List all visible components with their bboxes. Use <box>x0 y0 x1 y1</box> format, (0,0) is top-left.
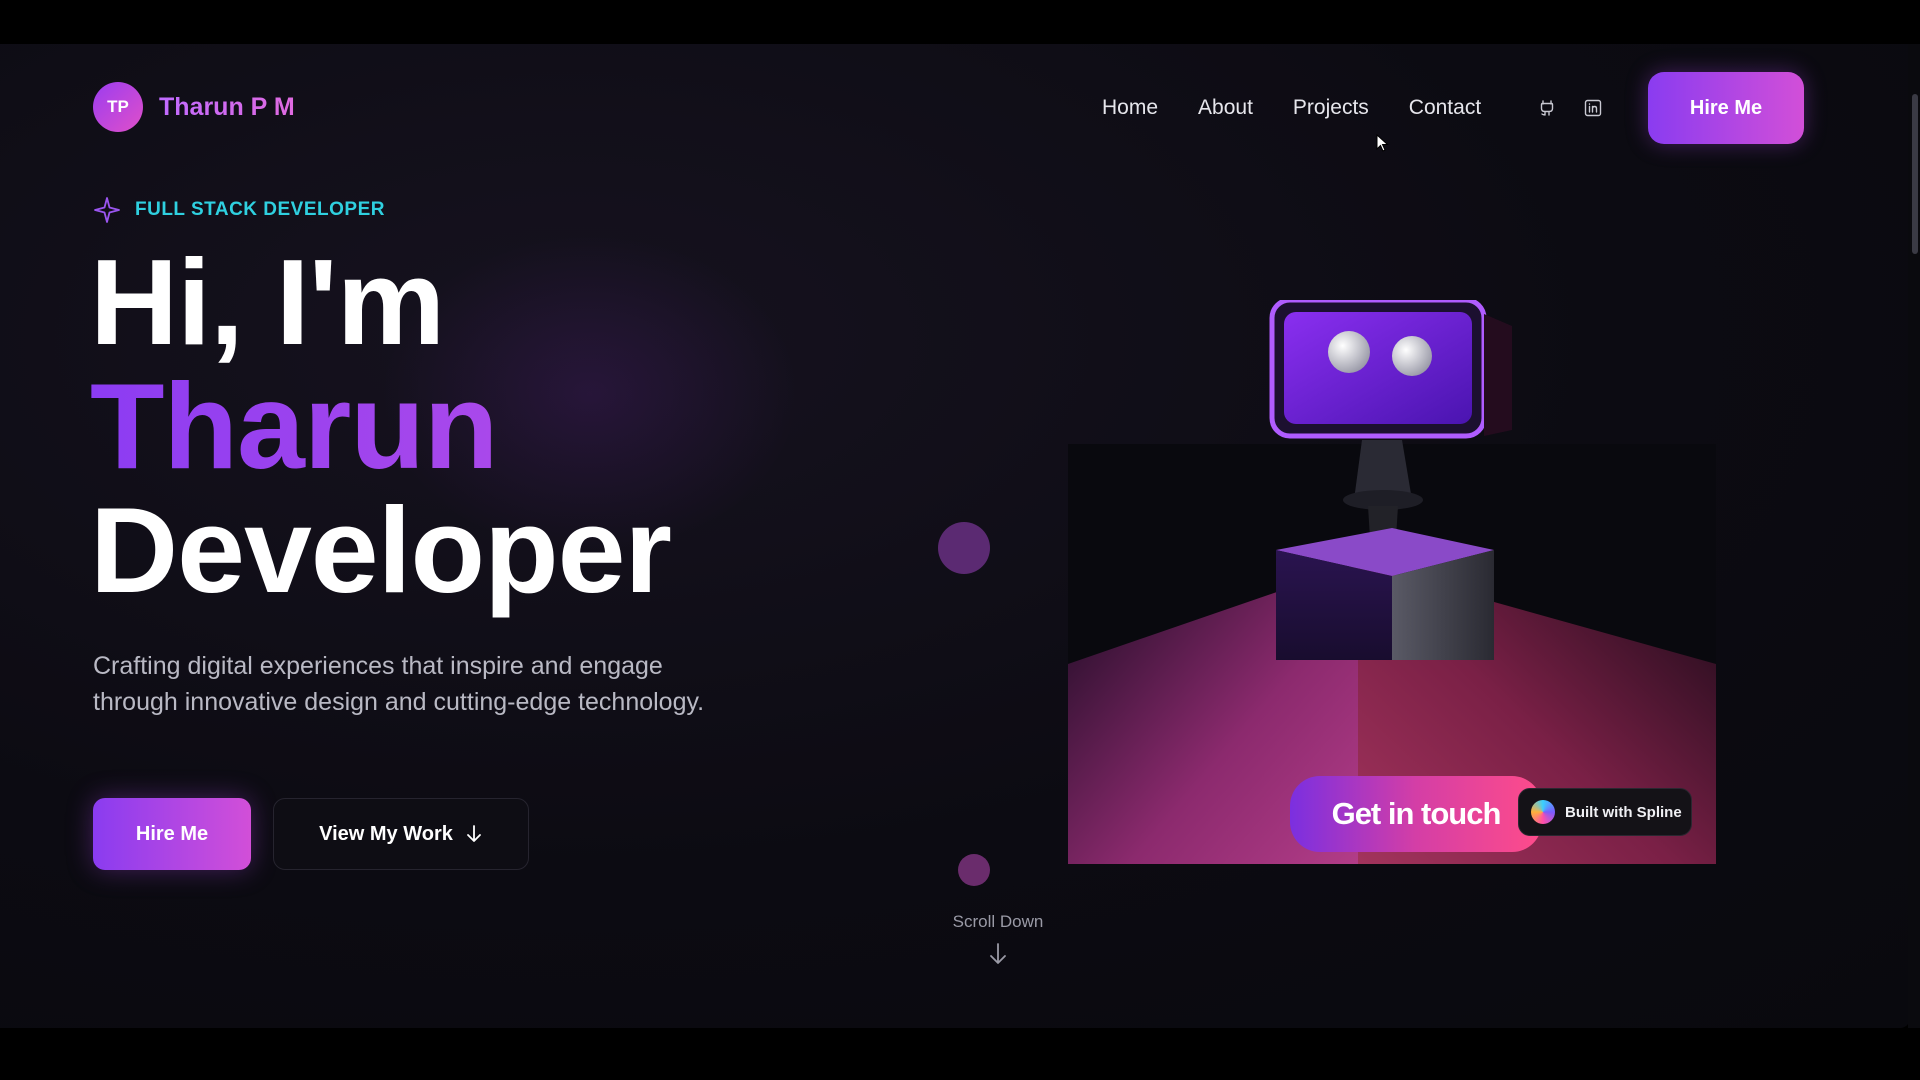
linkedin-icon[interactable] <box>1583 98 1603 118</box>
arrow-down-icon <box>466 825 481 842</box>
github-icon[interactable] <box>1537 98 1557 118</box>
tagline-text: FULL STACK DEVELOPER <box>135 199 385 220</box>
robot-illustration <box>1269 300 1512 660</box>
built-with-spline-badge[interactable]: Built with Spline <box>1518 788 1692 836</box>
logo[interactable]: TP Tharun P M <box>93 82 295 132</box>
hero-tagline: FULL STACK DEVELOPER <box>93 196 385 224</box>
page-viewport: TP Tharun P M Home About Projects Contac… <box>0 44 1910 1028</box>
nav-hire-button[interactable]: Hire Me <box>1648 72 1804 144</box>
nav-links: Home About Projects Contact <box>1102 96 1481 120</box>
floating-dot <box>958 854 990 886</box>
scroll-down-indicator[interactable]: Scroll Down <box>930 912 1066 966</box>
headline-role: Developer <box>90 482 672 618</box>
hero-subtitle: Crafting digital experiences that inspir… <box>93 652 705 716</box>
view-my-work-button[interactable]: View My Work <box>273 798 529 870</box>
spline-badge-label: Built with Spline <box>1565 803 1682 821</box>
logo-badge: TP <box>93 82 143 132</box>
sparkle-icon <box>94 197 120 223</box>
nav-link-contact[interactable]: Contact <box>1409 96 1481 120</box>
get-in-touch-button[interactable]: Get in touch <box>1290 776 1542 852</box>
scroll-down-label: Scroll Down <box>952 912 1044 931</box>
mouse-cursor-icon <box>1376 134 1389 152</box>
nav-link-home[interactable]: Home <box>1102 96 1158 120</box>
logo-name: Tharun P M <box>159 92 295 121</box>
floating-dot <box>938 522 990 574</box>
social-icons <box>1537 98 1603 118</box>
scrollbar[interactable] <box>1908 44 1920 1028</box>
nav-link-about[interactable]: About <box>1198 96 1253 120</box>
view-my-work-label: View My Work <box>319 822 453 845</box>
hero-headline: Hi, I'm Tharun Developer <box>90 234 672 618</box>
headline-name: Tharun <box>90 364 671 488</box>
nav-link-projects[interactable]: Projects <box>1293 96 1369 120</box>
arrow-down-icon <box>990 943 1006 964</box>
scrollbar-thumb[interactable] <box>1912 94 1918 254</box>
hire-me-button[interactable]: Hire Me <box>93 798 251 870</box>
spline-logo-icon <box>1531 800 1555 824</box>
top-navigation: TP Tharun P M Home About Projects Contac… <box>0 44 1910 172</box>
headline-greeting: Hi, I'm <box>90 234 445 370</box>
